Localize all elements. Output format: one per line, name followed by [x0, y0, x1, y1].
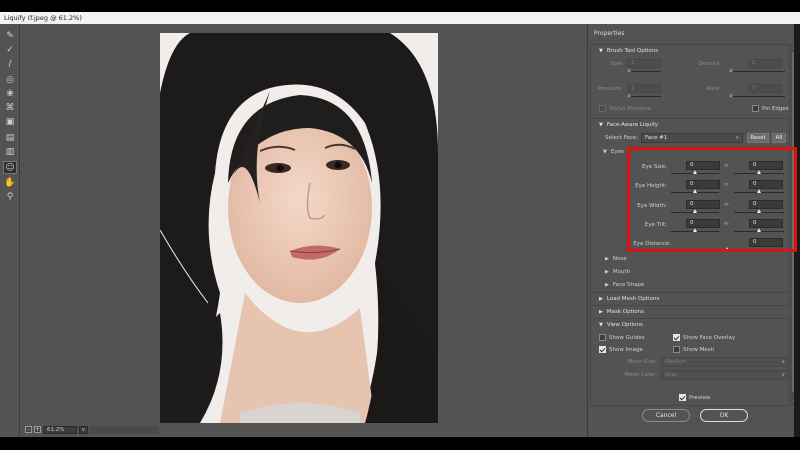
reset-button[interactable]: Reset	[747, 133, 769, 143]
zoom-icon[interactable]: ⚲	[3, 191, 17, 204]
pin-edges-checkbox[interactable]	[752, 105, 759, 112]
select-face-label: Select Face:	[605, 135, 639, 141]
pressure-field[interactable]: 1	[627, 84, 661, 93]
expanded-triangle-icon: ▼	[599, 322, 603, 328]
mesh-size-label: Mesh Size:	[627, 359, 657, 365]
freeze-mask-icon[interactable]: ▤	[3, 132, 17, 145]
section-title: Brush Tool Options	[606, 48, 659, 54]
zoom-level[interactable]: 61.2%	[43, 425, 77, 434]
size-label: Size:	[609, 61, 623, 67]
push-left-icon[interactable]: ▣	[3, 116, 17, 129]
show-face-overlay-label: Show Face Overlay	[683, 335, 736, 341]
expanded-triangle-icon: ▼	[599, 122, 603, 128]
section-title: Face-Aware Liquify	[606, 122, 659, 128]
all-button[interactable]: All	[772, 133, 786, 143]
show-guides-checkbox[interactable]	[599, 334, 606, 341]
portrait-image[interactable]	[160, 33, 438, 423]
mouth-title: Mouth	[612, 269, 631, 275]
pressure-slider[interactable]	[627, 96, 661, 97]
density-slider[interactable]	[729, 71, 785, 72]
pin-edges-label: Pin Edges	[762, 106, 789, 112]
pressure-slider-thumb[interactable]	[627, 93, 631, 97]
preview-label: Preview	[689, 395, 711, 401]
eyes-title: Eyes	[610, 149, 624, 155]
bloat-icon[interactable]: ⌘	[3, 102, 17, 115]
section-title: View Options	[606, 322, 643, 328]
chevron-down-icon: ∨	[781, 359, 785, 365]
rate-slider[interactable]	[729, 96, 785, 97]
rate-field[interactable]: 0	[748, 84, 782, 93]
section-title: Load Mesh Options	[606, 296, 660, 302]
collapsed-triangle-icon: ▶	[599, 309, 603, 315]
thaw-mask-icon[interactable]: ▥	[3, 146, 17, 159]
preview-checkbox[interactable]	[679, 394, 686, 401]
mesh-color-dropdown[interactable]: Gray ∨	[661, 370, 789, 380]
section-load-mesh-options[interactable]: ▶ Load Mesh Options	[591, 292, 789, 304]
pucker-icon[interactable]: ❀	[3, 88, 17, 101]
face-shape-subsection[interactable]: ▶ Face Shape	[605, 282, 644, 288]
select-face-value: Face #1	[645, 135, 668, 141]
chevron-down-icon: ∨	[781, 372, 785, 378]
highlight-box	[627, 147, 797, 252]
zoom-controls: - + 61.2% ∨	[25, 425, 158, 434]
reconstruct-icon[interactable]: ✓	[3, 44, 17, 57]
stylus-pressure-label: Stylus Pressure	[609, 106, 652, 112]
mesh-size-value: Medium	[665, 359, 687, 365]
preview-canvas[interactable]: - + 61.2% ∨	[21, 24, 587, 437]
mesh-color-label: Mesh Color:	[624, 372, 657, 378]
forward-warp-icon[interactable]: ✎	[3, 30, 17, 43]
smooth-icon[interactable]: ∕	[3, 58, 17, 71]
properties-title: Properties	[594, 30, 625, 37]
tool-panel: ✎ ✓ ∕ ◎ ❀ ⌘ ▣ ▤ ▥ ☺ ✋ ⚲	[0, 24, 20, 437]
zoom-in-button[interactable]: +	[34, 426, 41, 433]
density-field[interactable]: 0	[748, 59, 782, 68]
ok-button[interactable]: OK	[700, 409, 748, 422]
size-slider[interactable]	[627, 71, 661, 72]
collapsed-triangle-icon: ▶	[599, 296, 603, 302]
collapsed-triangle-icon: ▶	[605, 282, 609, 288]
section-view-options[interactable]: ▼ View Options	[591, 318, 789, 330]
show-guides-label: Show Guides	[609, 335, 645, 341]
select-face-dropdown[interactable]: Face #1 ∨	[641, 133, 743, 143]
hand-icon[interactable]: ✋	[3, 177, 17, 190]
zoom-bar-fill	[90, 425, 158, 434]
face-tool-icon[interactable]: ☺	[3, 161, 17, 174]
stylus-pressure-checkbox[interactable]	[599, 105, 606, 112]
zoom-out-button[interactable]: -	[25, 426, 32, 433]
size-field[interactable]: 1	[627, 59, 661, 68]
mouth-subsection[interactable]: ▶ Mouth	[605, 269, 630, 275]
show-mesh-checkbox[interactable]	[673, 346, 680, 353]
mesh-size-dropdown[interactable]: Medium ∨	[661, 357, 789, 367]
mesh-color-value: Gray	[665, 372, 679, 378]
rate-slider-thumb[interactable]	[729, 93, 733, 97]
section-mask-options[interactable]: ▶ Mask Options	[591, 305, 789, 317]
density-slider-thumb[interactable]	[729, 68, 733, 72]
section-face-aware-liquify[interactable]: ▼ Face-Aware Liquify	[591, 118, 789, 130]
cancel-button[interactable]: Cancel	[642, 409, 690, 422]
expanded-triangle-icon: ▼	[599, 48, 603, 54]
face-shape-title: Face Shape	[612, 282, 645, 288]
zoom-dropdown-icon[interactable]: ∨	[79, 425, 88, 434]
collapsed-triangle-icon: ▶	[605, 256, 609, 262]
twirl-icon[interactable]: ◎	[3, 74, 17, 87]
size-slider-thumb[interactable]	[627, 68, 631, 72]
pressure-label: Pressure:	[597, 86, 623, 92]
nose-title: Nose	[612, 256, 627, 262]
chevron-down-icon: ∨	[735, 135, 739, 141]
show-mesh-label: Show Mesh	[683, 347, 715, 353]
section-title: Mask Options	[606, 309, 644, 315]
nose-subsection[interactable]: ▶ Nose	[605, 256, 627, 262]
eyes-subsection[interactable]: ▼ Eyes	[603, 149, 624, 155]
expanded-triangle-icon: ▼	[603, 149, 607, 155]
show-image-checkbox[interactable]	[599, 346, 606, 353]
window-title: Liquify (f.jpeg @ 61.2%)	[0, 12, 800, 24]
section-brush-tool-options[interactable]: ▼ Brush Tool Options	[591, 45, 789, 57]
show-image-label: Show Image	[609, 347, 643, 353]
show-face-overlay-checkbox[interactable]	[673, 334, 680, 341]
collapsed-triangle-icon: ▶	[605, 269, 609, 275]
density-label: Density:	[698, 61, 721, 67]
rate-label: Rate:	[706, 86, 721, 92]
